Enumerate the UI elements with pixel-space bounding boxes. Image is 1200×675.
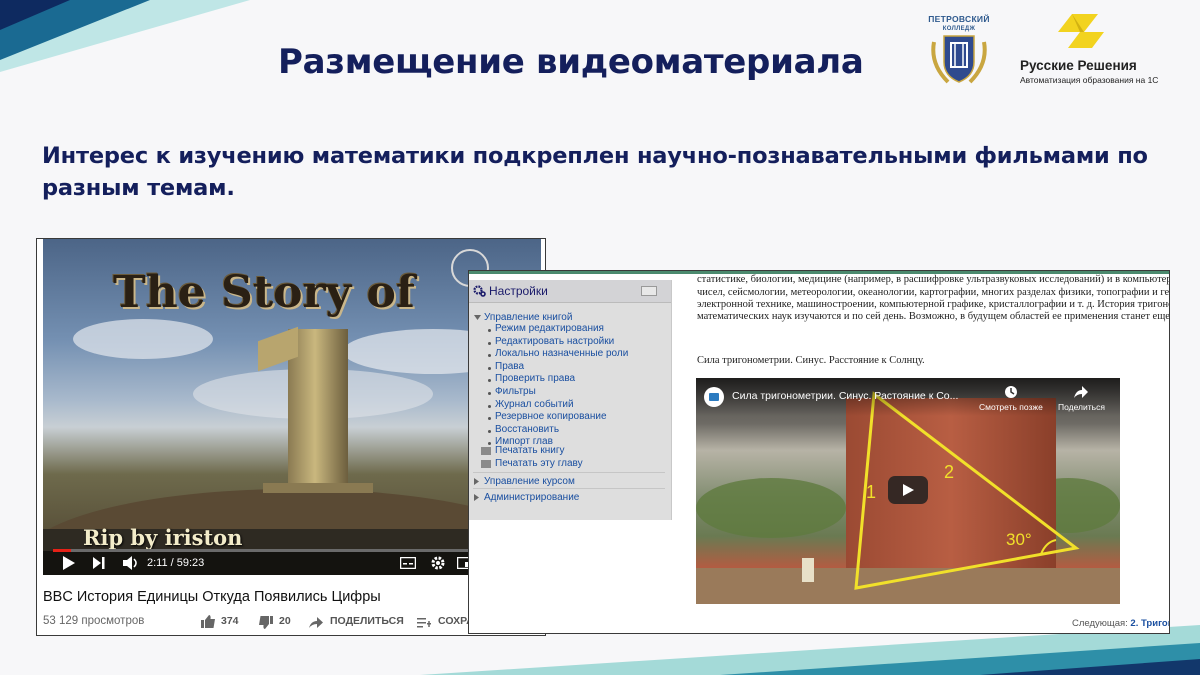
expanded-arrow-icon	[474, 315, 481, 320]
side-label-2: 2	[944, 462, 955, 482]
like-icon[interactable]	[201, 615, 215, 628]
list-bullet-icon	[488, 404, 491, 408]
page-text-line: чисел, сейсмологии, метеорологии, океано…	[697, 287, 1170, 298]
video-progress-fill	[53, 549, 71, 552]
list-bullet-icon	[488, 366, 491, 370]
collapsed-arrow-icon	[474, 478, 479, 485]
subtitles-icon[interactable]	[400, 557, 416, 569]
dislike-count: 20	[279, 615, 291, 627]
settings-menu-item[interactable]: Редактировать настройки	[495, 336, 614, 347]
next-chapter-link[interactable]: Следующая: 2. Тригон	[1072, 618, 1169, 629]
volume-icon[interactable]	[123, 556, 139, 570]
watch-later-button[interactable]: Смотреть позже	[979, 402, 1043, 412]
brand-logo-icon	[1058, 14, 1104, 48]
list-bullet-icon	[488, 417, 491, 421]
settings-menu-item[interactable]: Проверить права	[495, 373, 575, 384]
dislike-icon[interactable]	[259, 616, 273, 629]
settings-menu-item[interactable]: Импорт глав	[495, 436, 553, 447]
video-title[interactable]: BBC История Единицы Откуда Появились Циф…	[43, 589, 381, 605]
share-button[interactable]: ПОДЕЛИТЬСЯ	[330, 615, 404, 627]
embedded-video-player[interactable]: 1 2 30° Сила тригонометрии. Синус. Расто…	[696, 378, 1120, 604]
channel-avatar[interactable]	[704, 387, 724, 407]
college-name-line1: ПЕТРОВСКИЙ	[928, 14, 990, 24]
video-caption: Сила тригонометрии. Синус. Расстояние к …	[697, 355, 925, 366]
print-chapter-link[interactable]: Печатать эту главу	[495, 458, 583, 469]
site-admin-link[interactable]: Администрирование	[484, 492, 579, 503]
angle-label: 30°	[1006, 530, 1032, 549]
settings-header: Настройки	[469, 280, 671, 303]
list-bullet-icon	[488, 429, 491, 433]
play-button[interactable]	[888, 476, 928, 504]
play-icon[interactable]	[63, 556, 75, 570]
settings-gear-icon[interactable]	[431, 556, 445, 570]
collapsed-arrow-icon	[474, 494, 479, 501]
video-progress-track[interactable]	[53, 549, 531, 552]
moodle-book-panel: Настройки Управление книгой Печатать кни…	[468, 270, 1170, 634]
settings-gear-icon	[473, 285, 486, 297]
settings-menu-item[interactable]: Восстановить	[495, 424, 559, 435]
list-bullet-icon	[488, 354, 491, 358]
settings-title: Настройки	[489, 284, 548, 298]
video-time: 2:11 / 59:23	[147, 557, 205, 569]
settings-menu-item[interactable]: Режим редактирования	[495, 323, 604, 334]
page-text-line: статистике, биологии, медицине (например…	[697, 274, 1170, 285]
list-bullet-icon	[488, 329, 491, 332]
brand-logo: Русские Решения Автоматизация образовани…	[1018, 14, 1158, 85]
play-icon	[903, 484, 914, 496]
side-label-1: 1	[866, 482, 877, 502]
like-count: 374	[221, 615, 239, 627]
settings-menu-item[interactable]: Локально назначенные роли	[495, 348, 628, 359]
settings-menu-item[interactable]: Права	[495, 361, 524, 372]
settings-menu-item[interactable]: Фильтры	[495, 386, 536, 397]
slide-subtitle: Интерес к изучению математики подкреплен…	[42, 143, 1148, 201]
embedded-video-title[interactable]: Сила тригонометрии. Синус. Растояние к С…	[732, 390, 958, 402]
add-to-playlist-icon[interactable]	[417, 617, 431, 628]
list-bullet-icon	[488, 341, 491, 345]
next-icon[interactable]	[93, 557, 105, 569]
video-player[interactable]: The Story of Rip by iriston 2:11 / 59:23	[43, 239, 541, 575]
slide-title: Размещение видеоматериала	[278, 42, 864, 82]
top-left-decoration	[0, 0, 250, 72]
share-icon[interactable]	[309, 617, 323, 628]
brand-name: Русские Решения	[1020, 58, 1137, 73]
clock-icon[interactable]	[1004, 385, 1018, 399]
block-dock-icon[interactable]	[641, 286, 657, 296]
college-crest-icon	[931, 35, 987, 84]
settings-menu-item[interactable]: Журнал событий	[495, 399, 574, 410]
settings-block: Настройки Управление книгой Печатать кни…	[469, 280, 672, 520]
share-button[interactable]: Поделиться	[1058, 402, 1105, 412]
share-icon[interactable]	[1074, 386, 1088, 398]
brand-tagline: Автоматизация образования на 1С	[1020, 75, 1159, 85]
college-logo: ПЕТРОВСКИЙ КОЛЛЕДЖ	[918, 14, 1000, 88]
printer-icon	[481, 460, 491, 468]
video-overlay-title: The Story of	[113, 267, 415, 318]
video-views: 53 129 просмотров	[43, 615, 145, 627]
next-chapter-title[interactable]: 2. Тригон	[1130, 618, 1169, 629]
course-admin-link[interactable]: Управление курсом	[484, 476, 575, 487]
book-admin-heading[interactable]: Управление книгой	[484, 312, 572, 323]
page-text-line: электронной технике, машиностроении, ком…	[697, 299, 1170, 310]
page-text-line: математических наук изучаются и по сей д…	[697, 311, 1170, 322]
next-prefix: Следующая:	[1072, 618, 1128, 629]
printer-icon	[481, 447, 491, 455]
list-bullet-icon	[488, 392, 491, 395]
video-watermark: Rip by iriston	[83, 525, 243, 550]
list-bullet-icon	[488, 442, 491, 446]
list-bullet-icon	[488, 379, 491, 383]
settings-menu-item[interactable]: Резервное копирование	[495, 411, 607, 422]
